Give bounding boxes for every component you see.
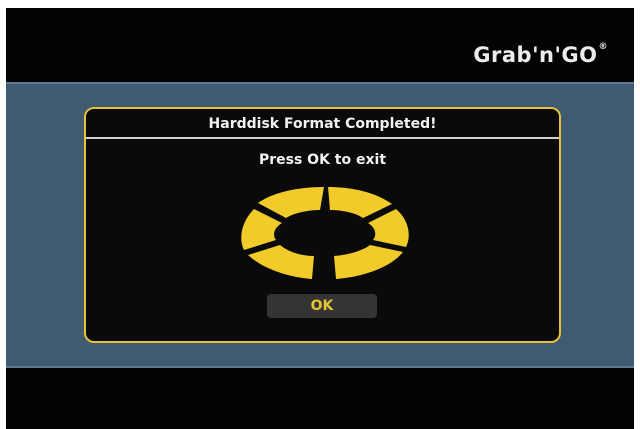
- brand-logo: Grab'n'GO®: [473, 42, 608, 67]
- spinner-segment-top-left: [258, 187, 324, 218]
- format-complete-dialog: Harddisk Format Completed! Press OK to e…: [84, 107, 561, 343]
- dialog-title: Harddisk Format Completed!: [86, 109, 559, 139]
- registered-mark: ®: [598, 42, 608, 52]
- ok-button[interactable]: OK: [267, 294, 377, 318]
- spinner-segment-bottom-left: [248, 245, 314, 279]
- segmented-ring-spinner-icon: [241, 187, 409, 279]
- spinner-segment-left: [241, 209, 282, 250]
- brand-logo-text: Grab'n'GO: [473, 43, 598, 67]
- tv-screen: Grab'n'GO® Harddisk Format Completed! Pr…: [6, 8, 634, 429]
- dialog-message: Press OK to exit: [258, 152, 387, 168]
- spinner-segment-right: [368, 209, 409, 247]
- spinner-segment-bottom-right: [334, 245, 403, 279]
- spinner-segment-top-right: [328, 187, 392, 218]
